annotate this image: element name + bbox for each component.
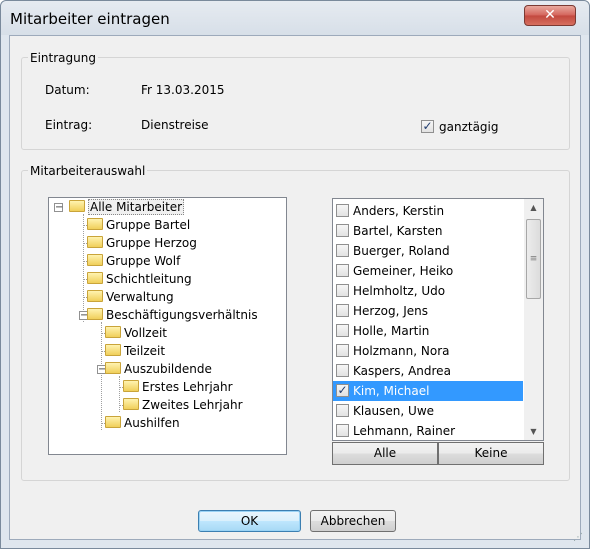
keine-button[interactable]: Keine xyxy=(438,442,544,465)
list-item[interactable]: Holle, Martin xyxy=(333,321,523,341)
ganztaegig-label[interactable]: ganztägig xyxy=(439,120,499,134)
ok-button[interactable]: OK xyxy=(198,510,301,532)
eintragung-group xyxy=(21,57,570,150)
list-item[interactable]: Kaspers, Andrea xyxy=(333,361,523,381)
list-item[interactable]: Helmholtz, Udo xyxy=(333,281,523,301)
cancel-button[interactable]: Abbrechen xyxy=(310,510,396,532)
folder-icon xyxy=(87,290,103,302)
scroll-down-arrow-icon[interactable]: ▼ xyxy=(524,423,543,440)
title-bar[interactable]: Mitarbeiter eintragen ✕ xyxy=(1,1,589,35)
employee-checkbox[interactable] xyxy=(336,284,349,297)
vertical-scrollbar[interactable]: ▲ ≡ ▼ xyxy=(524,199,543,440)
datum-value: Fr 13.03.2015 xyxy=(141,83,225,97)
list-item[interactable]: Klausen, Uwe xyxy=(333,401,523,421)
folder-icon xyxy=(87,254,103,266)
list-item[interactable]: Bartel, Karsten xyxy=(333,221,523,241)
employee-checkbox[interactable] xyxy=(336,244,349,257)
list-item[interactable]: Anders, Kerstin xyxy=(333,201,523,221)
tree-node-teilzeit[interactable]: Teilzeit xyxy=(105,344,165,362)
eintragung-group-label: Eintragung xyxy=(28,51,98,65)
alle-button[interactable]: Alle xyxy=(332,442,438,465)
folder-icon xyxy=(123,398,139,410)
eintrag-label: Eintrag: xyxy=(45,118,93,132)
dialog-window: Mitarbeiter eintragen ✕ Eintragung Datum… xyxy=(0,0,590,549)
folder-icon xyxy=(123,380,139,392)
resize-grip-icon[interactable]: ⋰ xyxy=(573,532,585,544)
list-item[interactable]: Buerger, Roland xyxy=(333,241,523,261)
checkmark-icon: ✓ xyxy=(422,119,433,133)
tree-node-schichtleitung[interactable]: Schichtleitung xyxy=(87,272,192,290)
window-title: Mitarbeiter eintragen xyxy=(10,10,170,28)
employee-checkbox[interactable] xyxy=(336,344,349,357)
list-item[interactable]: Holzmann, Nora xyxy=(333,341,523,361)
list-item-selected[interactable]: ✓ Kim, Michael xyxy=(333,381,523,401)
ganztaegig-checkbox[interactable]: ✓ xyxy=(421,120,434,133)
dialog-client: Eintragung Datum: Fr 13.03.2015 Eintrag:… xyxy=(9,35,581,540)
tree-node-verwaltung[interactable]: Verwaltung xyxy=(87,290,174,308)
datum-label: Datum: xyxy=(45,83,90,97)
tree-connector-line xyxy=(83,214,84,322)
employee-checkbox[interactable] xyxy=(336,264,349,277)
employee-checkbox[interactable] xyxy=(336,424,349,437)
folder-icon xyxy=(87,218,103,230)
folder-icon xyxy=(105,326,121,338)
employee-checkbox[interactable] xyxy=(336,364,349,377)
folder-icon xyxy=(105,362,121,374)
tree-node-beschaeftigungsverhaeltnis[interactable]: Beschäftigungsverhältnis xyxy=(87,308,258,326)
folder-icon xyxy=(105,416,121,428)
folder-icon xyxy=(87,236,103,248)
tree-node-gruppe-bartel[interactable]: Gruppe Bartel xyxy=(87,218,190,236)
tree-node-zweites-lehrjahr[interactable]: Zweites Lehrjahr xyxy=(123,398,243,416)
tree-node-erstes-lehrjahr[interactable]: Erstes Lehrjahr xyxy=(123,380,233,398)
employee-checkbox[interactable] xyxy=(336,224,349,237)
tree-connector-line xyxy=(101,322,102,430)
tree-connector-line xyxy=(119,376,120,412)
list-item[interactable]: Herzog, Jens xyxy=(333,301,523,321)
employee-checklist[interactable]: Anders, Kerstin Bartel, Karsten Buerger,… xyxy=(332,198,544,441)
folder-icon xyxy=(105,344,121,356)
list-item[interactable]: Lehmann, Rainer xyxy=(333,421,523,440)
scroll-up-arrow-icon[interactable]: ▲ xyxy=(524,199,543,216)
tree-node-gruppe-wolf[interactable]: Gruppe Wolf xyxy=(87,254,180,272)
employee-checkbox[interactable] xyxy=(336,204,349,217)
group-tree-view[interactable]: − − − Alle Mitarbeiter Gruppe Bartel Gru… xyxy=(48,197,287,455)
employee-checkbox[interactable] xyxy=(336,324,349,337)
eintrag-value: Dienstreise xyxy=(141,118,209,132)
folder-icon xyxy=(69,200,85,212)
tree-node-auszubildende[interactable]: Auszubildende xyxy=(105,362,212,380)
employee-checkbox[interactable]: ✓ xyxy=(336,384,349,397)
tree-node-vollzeit[interactable]: Vollzeit xyxy=(105,326,167,344)
employee-checkbox[interactable] xyxy=(336,304,349,317)
tree-node-aushilfen[interactable]: Aushilfen xyxy=(105,416,180,434)
employee-checkbox[interactable] xyxy=(336,404,349,417)
close-button[interactable]: ✕ xyxy=(524,5,576,26)
folder-icon xyxy=(87,308,103,320)
tree-expander-icon[interactable]: − xyxy=(54,203,63,213)
folder-icon xyxy=(87,272,103,284)
mitarbeiterauswahl-group-label: Mitarbeiterauswahl xyxy=(28,164,148,178)
list-item[interactable]: Gemeiner, Heiko xyxy=(333,261,523,281)
scroll-thumb[interactable]: ≡ xyxy=(526,219,541,299)
close-icon: ✕ xyxy=(544,7,556,23)
tree-node-gruppe-herzog[interactable]: Gruppe Herzog xyxy=(87,236,197,254)
checkmark-icon: ✓ xyxy=(337,383,348,397)
tree-node-alle-mitarbeiter[interactable]: Alle Mitarbeiter xyxy=(69,199,185,218)
